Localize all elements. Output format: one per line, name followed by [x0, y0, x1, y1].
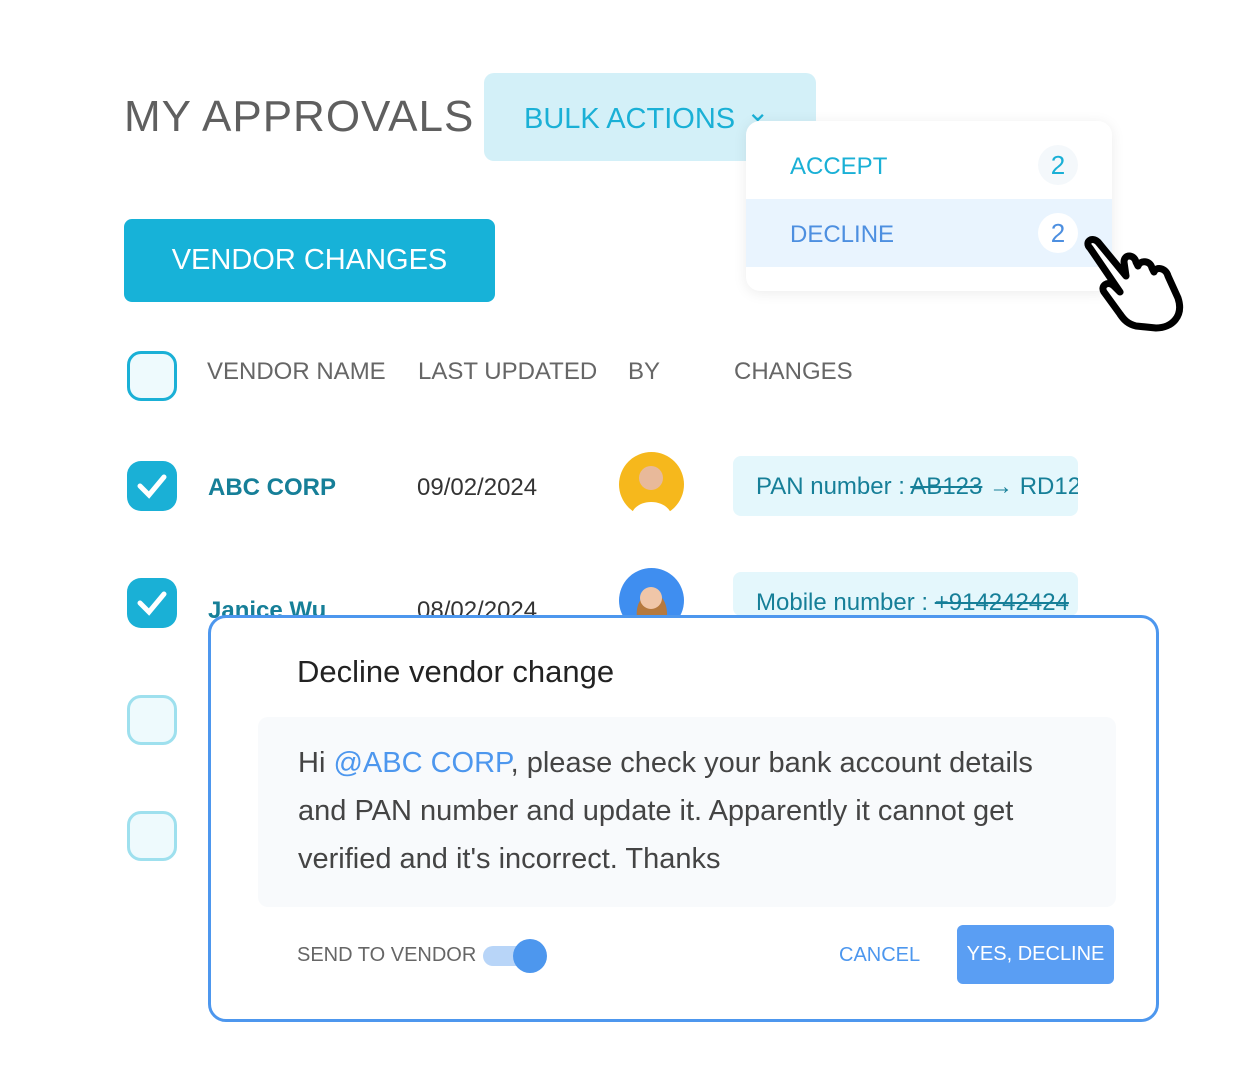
row-checkbox[interactable] [127, 811, 177, 861]
yes-decline-button[interactable]: YES, DECLINE [957, 925, 1114, 984]
row-checkbox[interactable] [127, 578, 177, 628]
hand-cursor-icon [1084, 236, 1183, 332]
page-title: MY APPROVALS [124, 92, 475, 141]
avatar [619, 452, 684, 517]
bulk-actions-menu: ACCEPT 2 DECLINE 2 [746, 121, 1112, 291]
message-textarea[interactable]: Hi @ABC CORP, please check your bank acc… [258, 717, 1116, 907]
cancel-button[interactable]: CANCEL [839, 944, 920, 967]
check-icon [137, 591, 167, 616]
column-header-vendor-name: VENDOR NAME [207, 358, 386, 385]
last-updated: 09/02/2024 [417, 474, 538, 501]
check-icon [137, 474, 167, 499]
vendor-name[interactable]: ABC CORP [208, 474, 336, 502]
menu-item-label: ACCEPT [790, 153, 888, 180]
count-badge: 2 [1038, 145, 1078, 185]
column-header-by: BY [628, 358, 661, 385]
change-badge: PAN number : AB123 → RD123 [733, 456, 1078, 516]
select-all-checkbox[interactable] [127, 351, 177, 401]
menu-item-label: DECLINE [790, 221, 895, 248]
menu-item-accept[interactable]: ACCEPT 2 [746, 131, 1112, 199]
dialog-title: Decline vendor change [297, 654, 615, 689]
bulk-actions-label: BULK ACTIONS [524, 103, 736, 135]
tab-vendor-changes[interactable]: VENDOR CHANGES [124, 219, 495, 302]
decline-dialog: Decline vendor change Hi @ABC CORP, plea… [208, 615, 1159, 1022]
change-badge: Mobile number : +914242424 → [733, 572, 1078, 616]
row-checkbox[interactable] [127, 695, 177, 745]
column-header-last-updated: LAST UPDATED [418, 358, 598, 385]
mention: @ABC CORP [333, 747, 511, 779]
count-badge: 2 [1038, 213, 1078, 253]
menu-item-decline[interactable]: DECLINE 2 [746, 199, 1112, 267]
column-header-changes: CHANGES [734, 358, 853, 385]
send-to-vendor-toggle[interactable] [483, 939, 547, 973]
send-to-vendor-label: SEND TO VENDOR [297, 944, 477, 966]
row-checkbox[interactable] [127, 461, 177, 511]
